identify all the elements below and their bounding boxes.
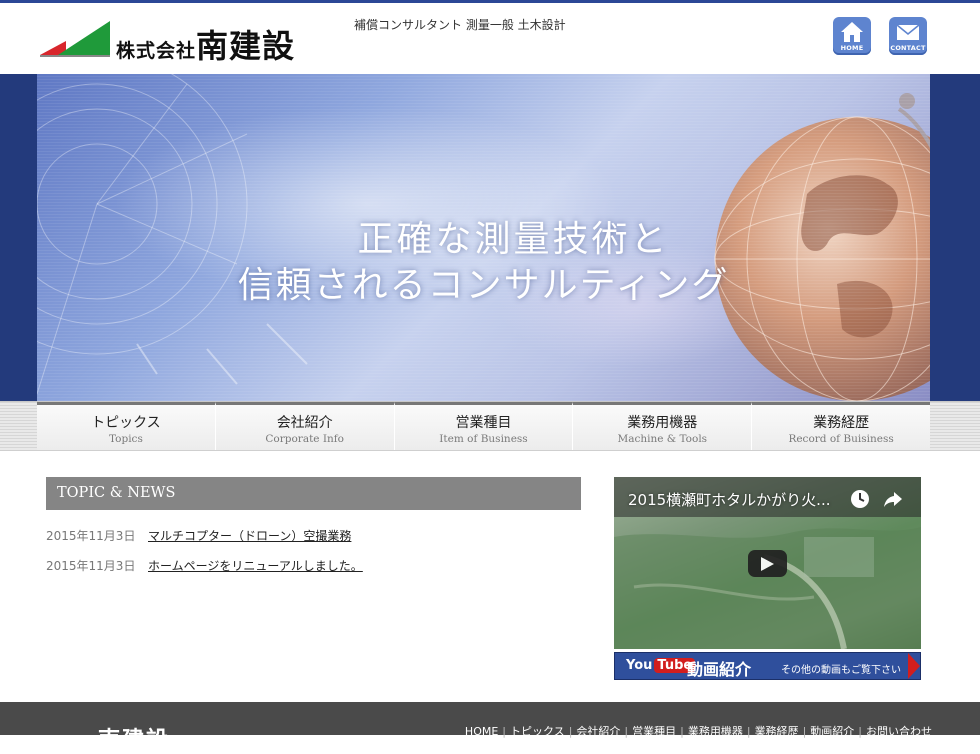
logo-mark-icon [40,21,110,57]
nav-item-sublabel: Record of Buisiness [788,433,894,445]
nav-item-machine-tools[interactable]: 業務用機器 Machine & Tools [573,402,753,450]
play-icon [761,557,774,571]
youtube-banner[interactable]: You Tube 動画紹介 その他の動画もご覧下さい [614,652,921,680]
hero-headline-line2: 信頼されるコンサルティング [237,265,730,306]
hero-banner: 正確な測量技術と 信頼されるコンサルティング [37,74,930,401]
nav-item-sublabel: Topics [108,433,143,445]
topic-news-heading: TOPIC & NEWS [46,477,581,510]
footer-link-video[interactable]: 動画紹介 [810,725,854,738]
footer-logo: 南建設 [98,728,171,753]
home-button[interactable]: HOME [833,17,871,55]
footer-links: HOME | トピックス | 会社紹介 | 営業種目 | 業務用機器 | 業務経歴 | 動画紹介 | お問い… [464,725,932,738]
house-icon [841,22,863,42]
tagline: 補償コンサルタント 測量一般 土木設計 [354,18,566,32]
share-icon[interactable] [883,489,903,509]
company-logo[interactable]: 株式会社南建設 [40,17,320,65]
youtube-logo: You Tube [626,657,696,675]
youtube-banner-label: 動画紹介 [687,660,752,679]
news-link[interactable]: ホームページをリニューアルしました。 [148,559,363,573]
site-header: 株式会社南建設 補償コンサルタント 測量一般 土木設計 HOME CONTACT [0,3,980,74]
nav-item-record[interactable]: 業務経歴 Record of Buisiness [752,402,930,450]
video-player[interactable]: 2015横瀬町ホタルかがり火... [614,477,921,649]
nav-item-label: 営業種目 [455,415,512,431]
nav-item-label: 会社紹介 [276,415,333,431]
logo-small-text: 株式会社 [116,40,197,62]
video-title: 2015横瀬町ホタルかがり火... [628,491,831,509]
footer-link-machine[interactable]: 業務用機器 [688,725,743,738]
news-date: 2015年11月3日 [46,559,136,573]
nav-item-topics[interactable]: トピックス Topics [37,402,216,450]
logo-big-text: 南建設 [196,27,296,65]
footer-link-contact[interactable]: お問い合わせ [866,725,932,738]
contact-button[interactable]: CONTACT [889,17,927,55]
site-footer: 南建設 HOME | トピックス | 会社紹介 | 営業種目 | 業務用機器 | 業務経歴 | 動画紹介… [0,702,980,753]
news-link[interactable]: マルチコプター（ドローン）空撮業務 [148,529,351,543]
footer-link-corporate[interactable]: 会社紹介 [576,725,620,738]
nav-item-label: 業務経歴 [813,415,870,431]
news-date: 2015年11月3日 [46,529,136,543]
nav-item-label: 業務用機器 [627,415,698,431]
footer-link-home[interactable]: HOME [465,725,498,738]
hero-headline-line1: 正確な測量技術と [357,219,670,260]
watch-later-icon[interactable] [850,489,870,509]
footer-link-record[interactable]: 業務経歴 [755,725,799,738]
main-nav: トピックス Topics 会社紹介 Corporate Info 営業種目 It… [0,401,980,451]
nav-item-sublabel: Machine & Tools [617,433,708,445]
logo-text: 株式会社南建設 [116,21,295,67]
youtube-banner-sublabel: その他の動画もご覧下さい [781,665,901,676]
nav-item-corporate-info[interactable]: 会社紹介 Corporate Info [215,402,395,450]
nav-item-sublabel: Item of Business [439,433,528,445]
list-item: 2015年11月3日 ホームページをリニューアルしました。 [46,557,363,574]
list-item: 2015年11月3日 マルチコプター（ドローン）空撮業務 [46,527,351,544]
home-button-label: HOME [840,44,864,52]
nav-item-sublabel: Corporate Info [265,433,344,445]
play-button[interactable] [748,550,787,577]
nav-item-business[interactable]: 営業種目 Item of Business [394,402,574,450]
envelope-icon [896,24,920,40]
youtube-logo-you: You [626,658,653,673]
footer-link-topics[interactable]: トピックス [510,725,565,738]
arrow-right-icon [908,653,920,679]
contact-button-label: CONTACT [890,44,926,52]
footer-link-business[interactable]: 営業種目 [632,725,676,738]
nav-item-label: トピックス [91,415,161,431]
